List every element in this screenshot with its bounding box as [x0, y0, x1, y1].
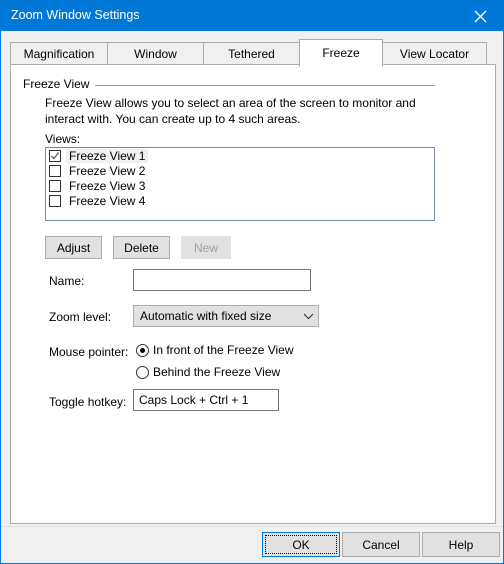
check-icon	[50, 152, 60, 160]
list-item[interactable]: Freeze View 3	[46, 179, 434, 193]
close-button[interactable]	[458, 1, 503, 31]
list-item-label: Freeze View 1	[66, 149, 149, 163]
close-icon	[474, 10, 487, 22]
tab-label: View Locator	[399, 47, 470, 61]
footer-separator	[1, 526, 503, 527]
tab-view-locator[interactable]: View Locator	[382, 42, 487, 65]
radio-indicator-selected[interactable]	[136, 343, 149, 357]
radio-label: Behind the Freeze View	[153, 365, 281, 379]
list-item-label: Freeze View 2	[69, 164, 146, 178]
adjust-button-label: Adjust	[56, 240, 91, 255]
new-button: New	[181, 236, 231, 259]
views-listbox[interactable]: Freeze View 1 Freeze View 2 Freeze View …	[45, 147, 435, 221]
radio-behind-freeze-view[interactable]: Behind the Freeze View	[136, 365, 280, 379]
group-box-legend: Freeze View	[23, 77, 96, 91]
help-button[interactable]: Help	[422, 532, 500, 557]
radio-label: In front of the Freeze View	[153, 343, 294, 357]
cancel-button[interactable]: Cancel	[342, 532, 420, 557]
tab-window[interactable]: Window	[107, 42, 204, 65]
views-label: Views:	[45, 132, 81, 146]
tab-strip: Magnification Window Tethered Freeze Vie…	[10, 39, 496, 67]
toggle-hotkey-value: Caps Lock + Ctrl + 1	[139, 393, 249, 407]
zoom-level-select[interactable]: Automatic with fixed size	[133, 305, 319, 327]
delete-button-label: Delete	[124, 240, 159, 255]
zoom-level-label: Zoom level:	[49, 310, 112, 324]
help-button-label: Help	[448, 537, 474, 552]
zoom-level-value: Automatic with fixed size	[140, 309, 272, 323]
list-item[interactable]: Freeze View 2	[46, 164, 434, 178]
list-item[interactable]: Freeze View 4	[46, 194, 434, 208]
radio-indicator-unselected[interactable]	[136, 365, 149, 379]
tab-magnification[interactable]: Magnification	[10, 42, 108, 65]
tab-label: Tethered	[228, 47, 275, 61]
toggle-hotkey-label: Toggle hotkey:	[49, 395, 127, 409]
freeze-view-description: Freeze View allows you to select an area…	[45, 96, 416, 126]
tab-page-freeze: Freeze View Freeze View allows you to se…	[10, 64, 496, 524]
list-item[interactable]: Freeze View 1	[46, 149, 434, 163]
checkbox-unchecked[interactable]	[49, 180, 61, 192]
mouse-pointer-label: Mouse pointer:	[49, 345, 129, 359]
checkbox-checked[interactable]	[49, 150, 61, 162]
tab-tethered[interactable]: Tethered	[203, 42, 300, 65]
cancel-button-label: Cancel	[362, 537, 400, 552]
checkbox-unchecked[interactable]	[49, 165, 61, 177]
chevron-down-icon	[298, 306, 318, 326]
new-button-label: New	[193, 240, 218, 255]
tab-label: Window	[134, 47, 177, 61]
name-input[interactable]	[133, 269, 311, 291]
tab-freeze[interactable]: Freeze	[299, 39, 383, 67]
zoom-window-settings-dialog: Zoom Window Settings Magnification Windo…	[0, 0, 504, 564]
list-item-label: Freeze View 3	[69, 179, 146, 193]
name-label: Name:	[49, 274, 85, 288]
window-title: Zoom Window Settings	[11, 8, 140, 22]
checkbox-unchecked[interactable]	[49, 195, 61, 207]
tab-label: Magnification	[23, 47, 95, 61]
list-item-label: Freeze View 4	[69, 194, 146, 208]
tab-label: Freeze	[322, 46, 360, 60]
adjust-button[interactable]: Adjust	[45, 236, 102, 259]
focus-ring	[265, 535, 337, 554]
radio-in-front-of-freeze-view[interactable]: In front of the Freeze View	[136, 343, 294, 357]
ok-button[interactable]: OK	[262, 532, 340, 557]
toggle-hotkey-input[interactable]: Caps Lock + Ctrl + 1	[133, 389, 279, 411]
titlebar: Zoom Window Settings	[1, 1, 503, 31]
delete-button[interactable]: Delete	[113, 236, 170, 259]
